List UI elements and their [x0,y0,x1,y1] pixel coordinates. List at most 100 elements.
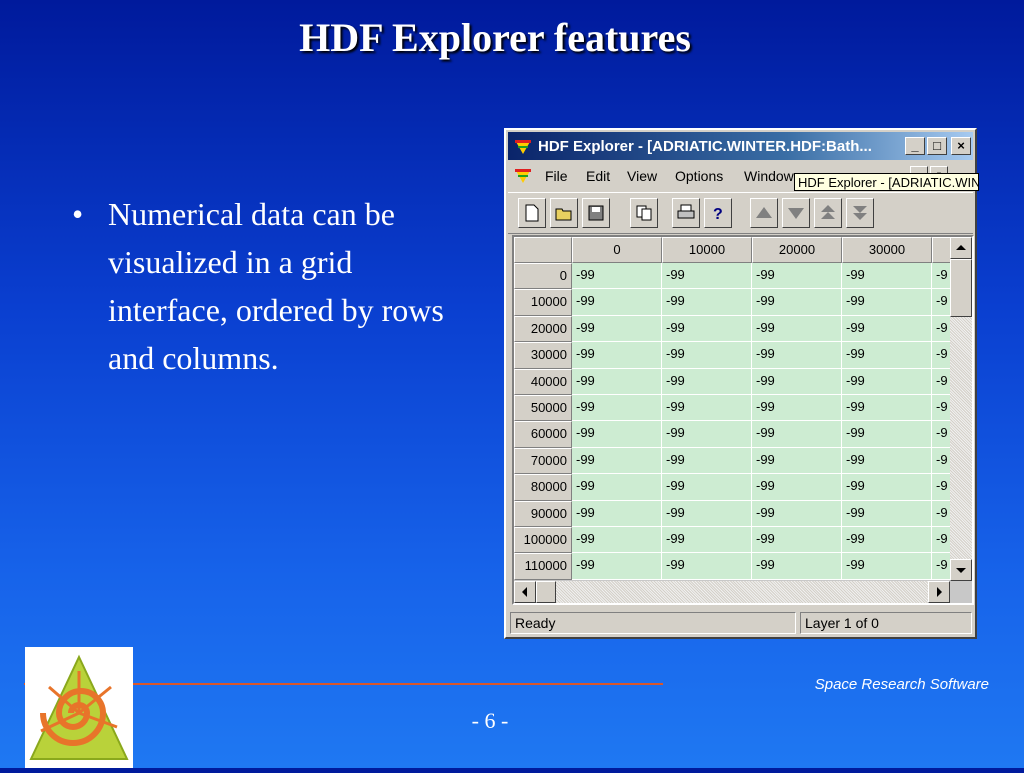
menu-file[interactable]: File [545,168,568,184]
grid-cell[interactable]: -99 [752,289,842,316]
grid-cell[interactable]: -99 [662,263,752,290]
grid-cell[interactable]: -99 [572,500,662,527]
grid-cell[interactable]: -99 [572,315,662,343]
row-header[interactable]: 70000 [514,447,572,475]
grid-cell[interactable]: -99 [752,368,842,395]
row-header[interactable]: 110000 [514,553,572,580]
grid-cell[interactable]: -99 [572,447,662,475]
grid-cell[interactable]: -99 [842,263,932,290]
hdf-explorer-window[interactable]: HDF Explorer - [ADRIATIC.WINTER.HDF:Bath… [504,128,979,639]
row-header[interactable]: 60000 [514,421,572,448]
scroll-thumb[interactable] [950,259,972,317]
column-header[interactable]: 20000 [752,237,842,263]
grid-cell[interactable]: -99 [662,395,752,422]
grid-cell[interactable]: -99 [842,500,932,527]
grid-cell[interactable]: -99 [752,500,842,527]
row-header[interactable]: 20000 [514,315,572,343]
menu-window[interactable]: Window [744,168,794,184]
scroll-left-button[interactable] [514,581,536,603]
grid-cell[interactable]: -99 [842,421,932,448]
horizontal-scrollbar[interactable] [514,581,950,603]
window-titlebar[interactable]: HDF Explorer - [ADRIATIC.WINTER.HDF:Bath… [508,132,973,160]
row-header[interactable]: 90000 [514,500,572,527]
print-button[interactable] [672,198,700,228]
help-button[interactable]: ? [704,198,732,228]
scroll-down-button[interactable] [950,559,972,581]
grid-cell[interactable]: -99 [752,527,842,554]
grid-cell[interactable]: -99 [662,289,752,316]
grid-cell[interactable]: -99 [842,289,932,316]
grid-cell[interactable]: -99 [752,474,842,501]
grid-cell[interactable]: -99 [752,395,842,422]
grid-cell[interactable]: -99 [752,447,842,475]
grid-cell[interactable]: -99 [662,474,752,501]
grid-cell[interactable]: -99 [662,500,752,527]
grid-cell[interactable]: -99 [572,395,662,422]
menu-view[interactable]: View [627,168,657,184]
move-last-button[interactable] [846,198,874,228]
grid-cell[interactable]: -99 [572,421,662,448]
row-header[interactable]: 80000 [514,474,572,501]
grid-cell[interactable]: -99 [662,421,752,448]
grid-cell[interactable]: -99 [752,263,842,290]
grid-cell[interactable]: -99 [572,527,662,554]
grid-cell[interactable]: -99 [842,447,932,475]
grid-corner-header[interactable] [514,237,572,263]
row-header[interactable]: 10000 [514,289,572,316]
grid-cell[interactable]: -99 [662,527,752,554]
grid-cell[interactable]: -99 [572,342,662,369]
save-button[interactable] [582,198,610,228]
bullet-marker: • [72,196,84,232]
grid-cell[interactable]: -99 [662,368,752,395]
grid-cell[interactable]: -99 [842,474,932,501]
status-bar: Ready Layer 1 of 0 [508,610,973,636]
arrow-right-icon [937,587,942,597]
grid-cell[interactable]: -99 [662,342,752,369]
grid-cell[interactable]: -99 [572,368,662,395]
document-icon[interactable] [514,167,532,185]
close-button[interactable]: × [951,137,971,155]
column-header[interactable]: 30000 [842,237,932,263]
move-first-button[interactable] [814,198,842,228]
horizontal-scroll-thumb[interactable] [536,581,556,603]
scroll-right-button[interactable] [928,581,950,603]
row-header[interactable]: 100000 [514,527,572,554]
grid-cell[interactable]: -99 [662,315,752,343]
grid-cell[interactable]: -99 [752,315,842,343]
grid-cell[interactable]: -99 [842,527,932,554]
new-button[interactable] [518,198,546,228]
move-down-button[interactable] [782,198,810,228]
column-header[interactable]: 10000 [662,237,752,263]
move-up-button[interactable] [750,198,778,228]
row-header[interactable]: 40000 [514,368,572,395]
copy-button[interactable] [630,198,658,228]
grid-cell[interactable]: -99 [842,553,932,580]
grid-cell[interactable]: -99 [842,368,932,395]
row-header[interactable]: 50000 [514,395,572,422]
maximize-button[interactable]: □ [927,137,947,155]
grid-cell[interactable]: -99 [572,474,662,501]
grid-cell[interactable]: -99 [572,553,662,580]
grid-cell[interactable]: -99 [752,553,842,580]
minimize-button[interactable]: _ [905,137,925,155]
grid-cell[interactable]: -99 [752,342,842,369]
row-header[interactable]: 0 [514,263,572,290]
grid-cell[interactable]: -99 [662,447,752,475]
vertical-scrollbar[interactable] [950,237,972,581]
menu-options[interactable]: Options [675,168,723,184]
row-header[interactable]: 30000 [514,342,572,369]
open-button[interactable] [550,198,578,228]
grid-cell[interactable]: -99 [662,553,752,580]
grid-cell[interactable]: -99 [842,342,932,369]
scroll-up-button[interactable] [950,237,972,259]
grid-cell[interactable]: -99 [572,263,662,290]
grid-cell[interactable]: -99 [842,395,932,422]
grid-cell[interactable]: -99 [842,315,932,343]
print-icon [677,204,695,219]
arrow-left-icon [522,587,527,597]
column-header[interactable]: 0 [572,237,662,263]
data-grid[interactable]: 0 10000 20000 30000 0 -99 -99 -99 -99 -9 10000 -99-… [512,235,974,605]
grid-cell[interactable]: -99 [752,421,842,448]
grid-cell[interactable]: -99 [572,289,662,316]
menu-edit[interactable]: Edit [586,168,610,184]
